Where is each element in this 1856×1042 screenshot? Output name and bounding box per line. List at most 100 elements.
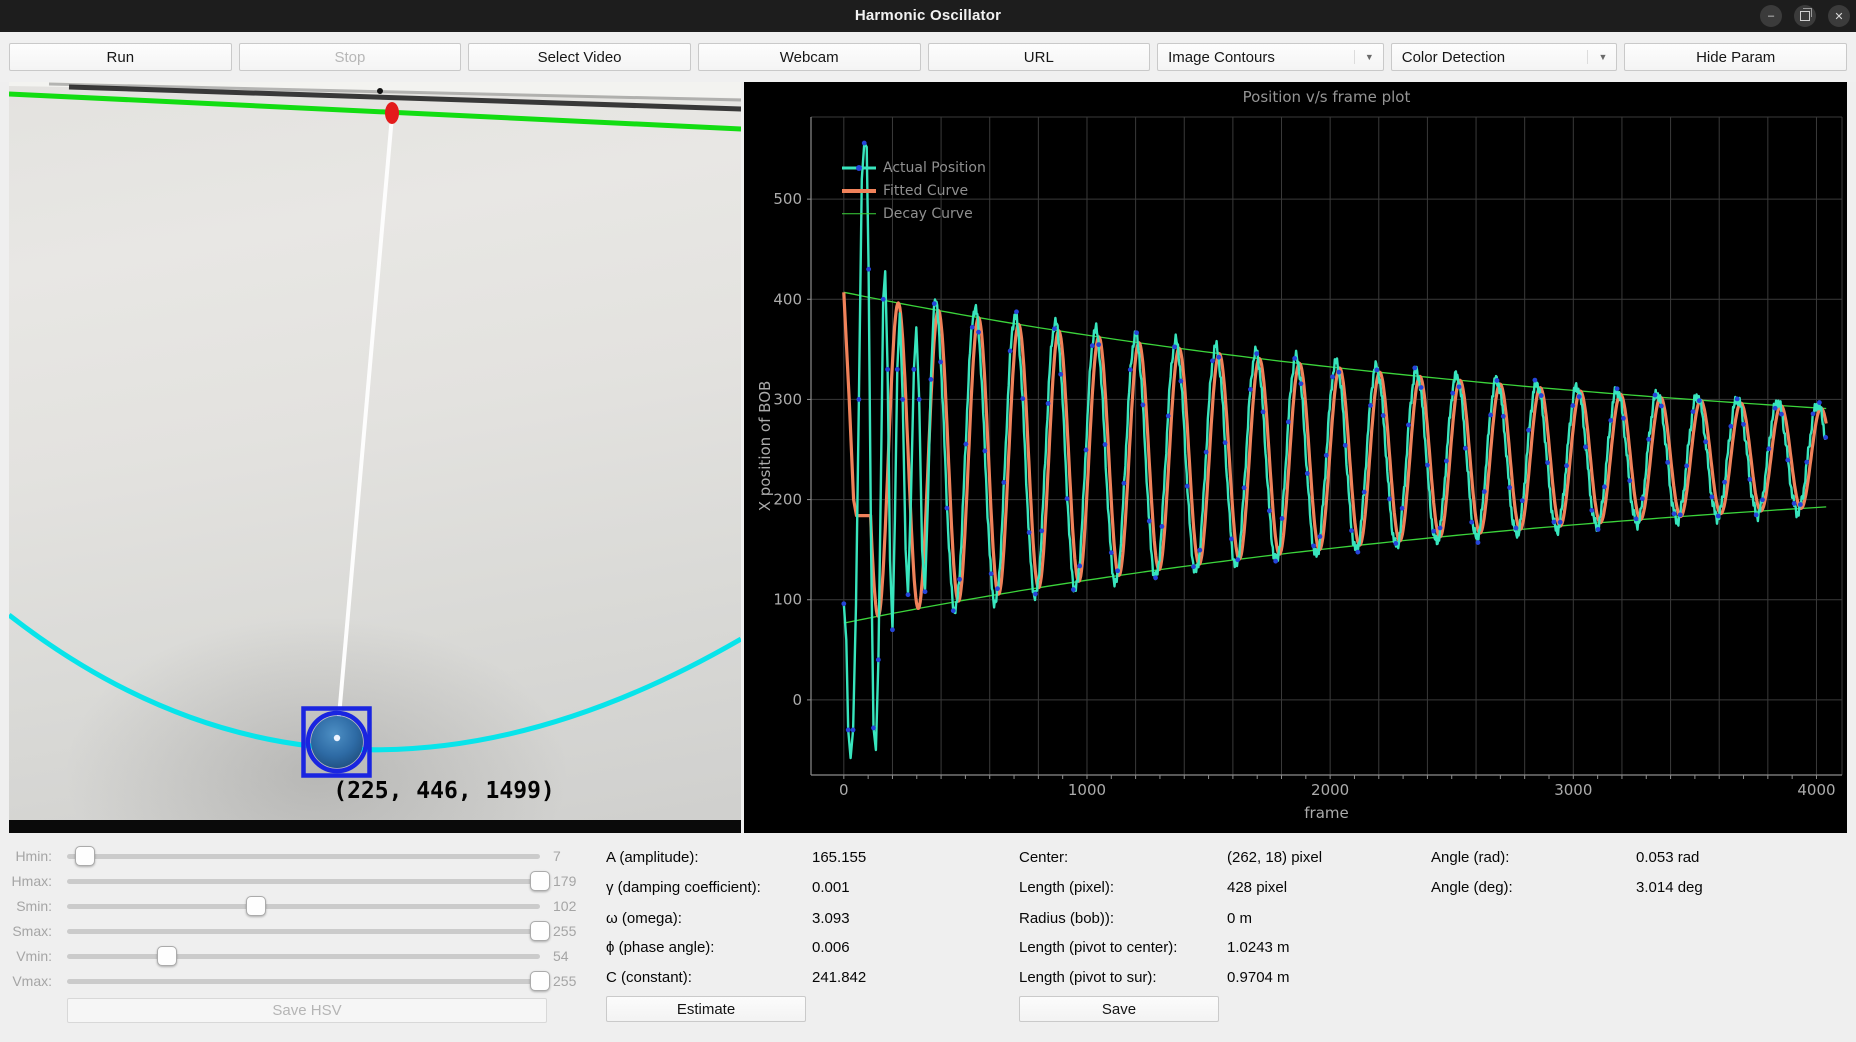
url-button[interactable]: URL [928,43,1151,71]
toolbar: Run Stop Select Video Webcam URL Image C… [0,32,1856,82]
omega-label: ω (omega): [606,910,682,927]
svg-text:100: 100 [773,591,802,609]
close-button[interactable]: ✕ [1828,5,1850,27]
color-detection-label: Color Detection [1402,49,1505,66]
stop-button[interactable]: Stop [239,43,462,71]
radius-bob-label: Radius (bob)): [1019,910,1114,927]
svg-text:4000: 4000 [1797,781,1835,799]
plot-title: Position v/s frame plot [811,88,1842,106]
slider-handle[interactable] [157,946,177,966]
save-button[interactable]: Save [1019,996,1219,1022]
video-bottom-strip [9,820,741,833]
angle-deg-label: Angle (deg): [1431,879,1513,896]
length-pivot-sur-label: Length (pivot to sur): [1019,969,1157,986]
svg-text:400: 400 [773,290,802,308]
chevron-down-icon: ▼ [1365,52,1374,62]
pendulum-string [337,116,392,739]
minimize-button[interactable]: – [1760,5,1782,27]
angle-rad-value: 0.053 rad [1636,849,1699,866]
slider-handle[interactable] [530,971,550,991]
vmin-slider[interactable] [67,954,540,959]
plot-y-axis-label: X position of BOB [756,381,774,512]
legend-label: Actual Position [883,160,986,176]
constant-value: 241.842 [812,969,866,986]
smin-label: Smin: [0,898,52,914]
vmax-label: Vmax: [0,973,52,989]
pivot-dot [385,102,399,124]
phase-value: 0.006 [812,939,850,956]
dropdown-divider [1354,50,1355,64]
pendulum-bob [311,716,363,768]
plot-panel: Position v/s frame plot X position of BO… [744,82,1847,833]
hmax-value: 179 [553,873,576,889]
vmax-slider[interactable] [67,979,540,984]
smax-value: 255 [553,923,576,939]
slider-handle[interactable] [75,846,95,866]
legend-line-sample [842,186,876,196]
legend-marker-dot [856,165,862,171]
angle-rad-label: Angle (rad): [1431,849,1509,866]
center-label: Center: [1019,849,1068,866]
smax-slider-row: Smax: 255 [0,921,600,942]
webcam-button[interactable]: Webcam [698,43,921,71]
hsv-slider-group: Hmin: 7 Hmax: 179 Smin: 102 Smax: 255 Vm… [0,836,600,1042]
rod-marker-dot [377,88,383,94]
svg-text:0: 0 [839,781,849,799]
bob-center-dot [334,735,340,741]
amplitude-value: 165.155 [812,849,866,866]
plot-legend: Actual Position Fitted Curve Decay Curve [842,156,986,225]
image-contours-dropdown[interactable]: Image Contours ▼ [1157,43,1384,71]
close-icon: ✕ [1834,10,1843,23]
select-video-button[interactable]: Select Video [468,43,691,71]
omega-value: 3.093 [812,910,850,927]
hide-param-button[interactable]: Hide Param [1624,43,1847,71]
hmax-label: Hmax: [0,873,52,889]
maximize-button[interactable] [1794,5,1816,27]
vmax-slider-row: Vmax: 255 [0,971,600,992]
smax-slider[interactable] [67,929,540,934]
damping-label: γ (damping coefficient): [606,879,761,896]
vmax-value: 255 [553,973,576,989]
svg-text:0: 0 [792,691,802,709]
estimate-button[interactable]: Estimate [606,996,806,1022]
length-pivot-sur-value: 0.9704 m [1227,969,1290,986]
restore-icon [1800,11,1810,21]
svg-text:2000: 2000 [1311,781,1349,799]
legend-item-actual-position: Actual Position [842,156,986,179]
vmin-value: 54 [553,948,569,964]
run-button[interactable]: Run [9,43,232,71]
swing-arc [9,615,741,750]
video-feed-panel: (225, 446, 1499) [9,82,741,833]
hmin-slider[interactable] [67,854,540,859]
legend-item-decay-curve: Decay Curve [842,202,986,225]
damping-value: 0.001 [812,879,850,896]
smax-label: Smax: [0,923,52,939]
hmax-slider-row: Hmax: 179 [0,871,600,892]
slider-handle[interactable] [246,896,266,916]
amplitude-label: A (amplitude): [606,849,699,866]
length-pivot-center-value: 1.0243 m [1227,939,1290,956]
window-controls: – ✕ [1760,5,1850,27]
svg-text:300: 300 [773,390,802,408]
angle-deg-value: 3.014 deg [1636,879,1703,896]
legend-line-sample [842,163,876,173]
legend-label: Decay Curve [883,206,973,222]
legend-item-fitted-curve: Fitted Curve [842,179,986,202]
image-contours-label: Image Contours [1168,49,1275,66]
center-value: (262, 18) pixel [1227,849,1322,866]
smin-value: 102 [553,898,576,914]
color-detection-dropdown[interactable]: Color Detection ▼ [1391,43,1618,71]
slider-handle[interactable] [530,871,550,891]
length-pivot-center-label: Length (pivot to center): [1019,939,1177,956]
chevron-down-icon: ▼ [1598,52,1607,62]
save-hsv-button[interactable]: Save HSV [67,998,547,1023]
app-window: Harmonic Oscillator – ✕ Run Stop Select … [0,0,1856,1042]
hmin-slider-row: Hmin: 7 [0,846,600,867]
smin-slider[interactable] [67,904,540,909]
length-pixel-value: 428 pixel [1227,879,1287,896]
slider-handle[interactable] [530,921,550,941]
hmax-slider[interactable] [67,879,540,884]
phase-label: ϕ (phase angle): [606,939,714,956]
constant-label: C (constant): [606,969,692,986]
legend-label: Fitted Curve [883,183,968,199]
